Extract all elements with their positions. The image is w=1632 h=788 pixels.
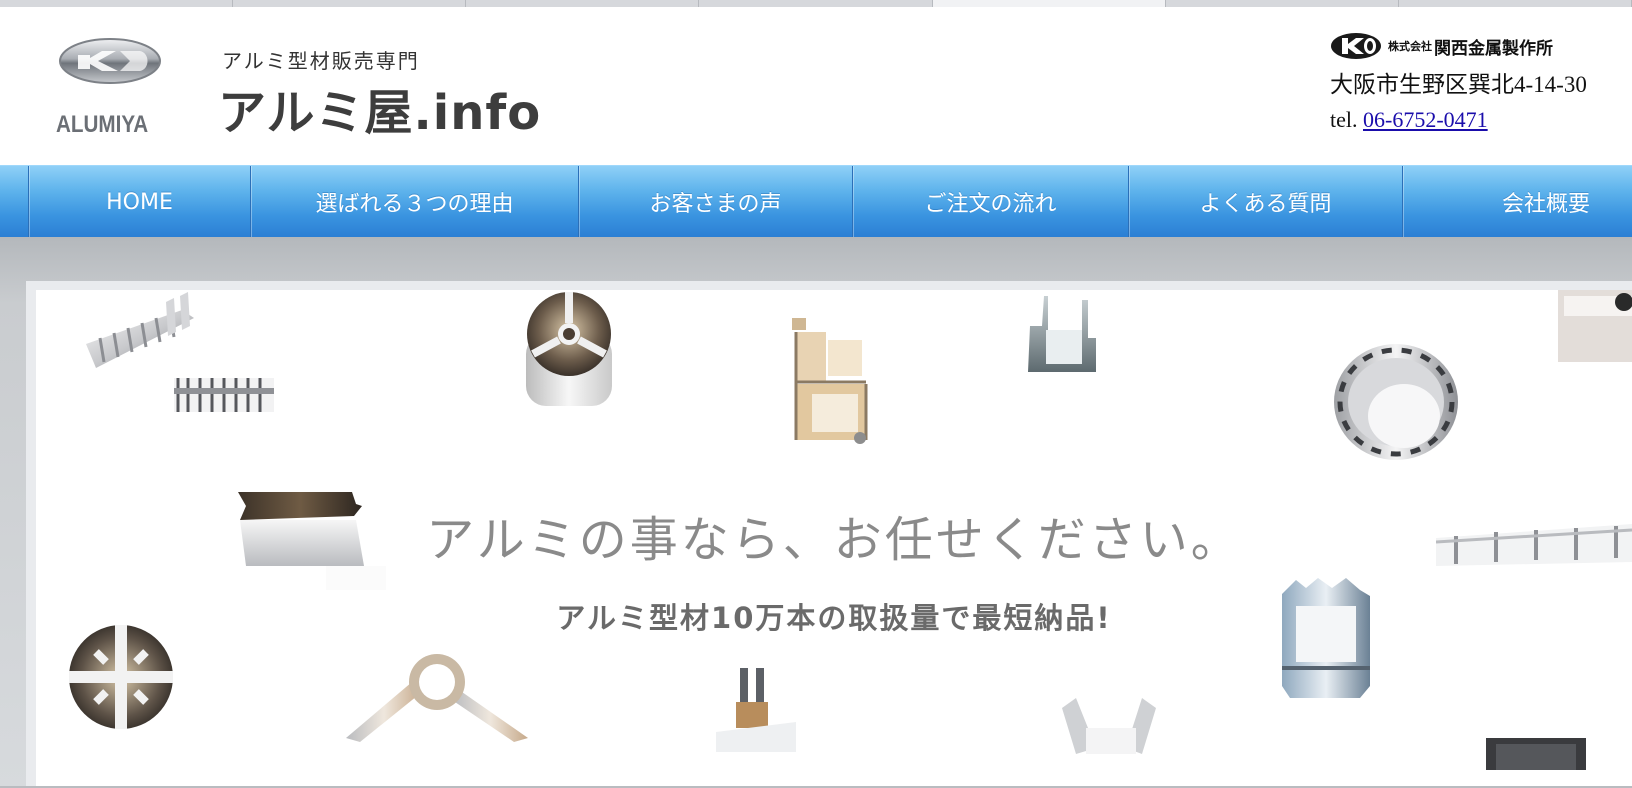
nav-item-company[interactable]: 会社概要 xyxy=(1402,166,1632,238)
browser-tab-strip xyxy=(0,0,1632,7)
site-title[interactable]: アルミ屋.info xyxy=(218,73,541,143)
aluminum-extrusion-door-frame-icon xyxy=(792,318,868,444)
aluminum-extrusion-channel-icon xyxy=(1028,296,1096,372)
browser-tab-active[interactable] xyxy=(932,0,1166,7)
nav-left-cap xyxy=(0,166,28,238)
hero-banner: アルミの事なら、お任せください。 アルミ型材10万本の取扱量で最短納品! xyxy=(36,290,1632,788)
nav-item-order-flow[interactable]: ご注文の流れ xyxy=(852,166,1128,238)
aluminum-extrusion-square-tube-icon xyxy=(1486,738,1586,770)
site-header: ALUMIYA アルミ型材販売専門 アルミ屋.info 株式会社 関西金属製作所… xyxy=(0,7,1632,165)
company-name: 関西金属製作所 xyxy=(1434,38,1553,59)
browser-tab[interactable] xyxy=(0,0,234,7)
aluminum-extrusion-rail-profile-icon xyxy=(716,668,796,752)
company-tel: tel. 06-6752-0471 xyxy=(1330,107,1488,133)
aluminum-extrusion-angle-hinge-icon xyxy=(346,654,528,742)
browser-tab[interactable] xyxy=(233,0,467,7)
site-tagline: アルミ型材販売専門 xyxy=(222,49,420,73)
hero-headline: アルミの事なら、お任せください。 xyxy=(426,512,1242,568)
kansai-k-logo-icon xyxy=(1331,33,1381,59)
browser-tab[interactable] xyxy=(466,0,700,7)
nav-item-voices[interactable]: お客さまの声 xyxy=(578,166,852,238)
browser-tab[interactable] xyxy=(699,0,933,7)
nav-item-faq[interactable]: よくある質問 xyxy=(1128,166,1402,238)
tel-label: tel. xyxy=(1330,107,1358,132)
company-logo-row: 株式会社 関西金属製作所 xyxy=(1330,31,1630,61)
aluminum-extrusion-round-pipe-icon xyxy=(526,292,612,406)
aluminum-extrusion-square-tube-icon xyxy=(1558,290,1632,362)
browser-tab[interactable] xyxy=(1399,0,1632,7)
browser-tab[interactable] xyxy=(1166,0,1399,7)
nav-item-home[interactable]: HOME xyxy=(28,166,250,238)
tel-link[interactable]: 06-6752-0471 xyxy=(1363,107,1488,132)
aluminum-extrusion-channel-icon xyxy=(1062,698,1156,754)
aluminum-extrusion-cross-profile-icon xyxy=(69,625,173,729)
aluminum-extrusion-large-round-tube-icon xyxy=(1334,344,1458,460)
nav-item-reasons[interactable]: 選ばれる３つの理由 xyxy=(250,166,578,238)
hero-subline: アルミ型材10万本の取扱量で最短納品! xyxy=(556,601,1112,635)
main-nav: HOME 選ばれる３つの理由 お客さまの声 ご注文の流れ よくある質問 会社概要 xyxy=(0,165,1632,238)
aluminum-extrusion-finned-profile-icon xyxy=(86,292,274,412)
company-prefix: 株式会社 xyxy=(1388,40,1432,53)
logo-wordmark[interactable]: ALUMIYA xyxy=(56,111,159,139)
company-address: 大阪市生野区巽北4-14-30 xyxy=(1330,72,1587,97)
